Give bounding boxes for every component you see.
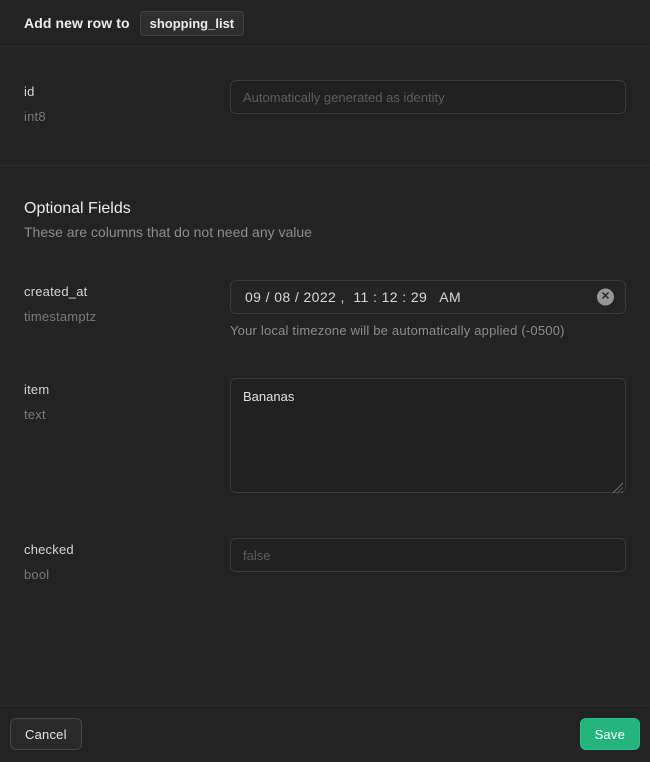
panel-title: Add new row to — [24, 15, 130, 31]
field-checked-input-col — [230, 538, 626, 582]
panel-header: Add new row to shopping_list — [0, 0, 650, 47]
optional-section-subtitle: These are columns that do not need any v… — [24, 224, 626, 240]
required-fields-section: id int8 — [0, 47, 650, 165]
field-row-id: id int8 — [0, 80, 650, 124]
save-button[interactable]: Save — [580, 718, 640, 750]
field-checked-type: bool — [24, 567, 230, 582]
add-row-panel: Add new row to shopping_list id int8 Opt… — [0, 0, 650, 762]
field-item-type: text — [24, 407, 230, 422]
panel-footer: Cancel Save — [0, 705, 650, 762]
id-input[interactable] — [230, 80, 626, 114]
field-id-label: id — [24, 84, 230, 99]
field-item-label: item — [24, 382, 230, 397]
field-created-at-type: timestamptz — [24, 309, 230, 324]
field-item-labels: item text — [24, 378, 230, 498]
field-row-created-at: created_at timestamptz 09 / 08 / 2022 , … — [0, 280, 650, 338]
field-row-checked: checked bool — [0, 538, 650, 582]
table-name-chip: shopping_list — [140, 11, 245, 36]
checked-input[interactable] — [230, 538, 626, 572]
cancel-button[interactable]: Cancel — [10, 718, 82, 750]
circle-x-icon[interactable]: ✕ — [597, 289, 614, 306]
optional-fields-section: Optional Fields These are columns that d… — [0, 165, 650, 705]
field-checked-label: checked — [24, 542, 230, 557]
optional-section-title: Optional Fields — [24, 200, 626, 218]
created-at-value[interactable]: 09 / 08 / 2022 , 11 : 12 : 29 AM — [245, 289, 461, 305]
field-id-input-col — [230, 80, 626, 124]
created-at-datetime-input[interactable]: 09 / 08 / 2022 , 11 : 12 : 29 AM ✕ — [230, 280, 626, 314]
field-checked-labels: checked bool — [24, 538, 230, 582]
field-item-input-col: Bananas — [230, 378, 626, 498]
field-id-labels: id int8 — [24, 80, 230, 124]
timezone-helper-text: Your local timezone will be automaticall… — [230, 323, 626, 338]
field-created-at-input-col: 09 / 08 / 2022 , 11 : 12 : 29 AM ✕ Your … — [230, 280, 626, 338]
field-created-at-label: created_at — [24, 284, 230, 299]
optional-section-heading: Optional Fields These are columns that d… — [0, 200, 650, 240]
item-textarea[interactable]: Bananas — [230, 378, 626, 493]
field-row-item: item text Bananas — [0, 378, 650, 498]
field-created-at-labels: created_at timestamptz — [24, 280, 230, 338]
field-id-type: int8 — [24, 109, 230, 124]
